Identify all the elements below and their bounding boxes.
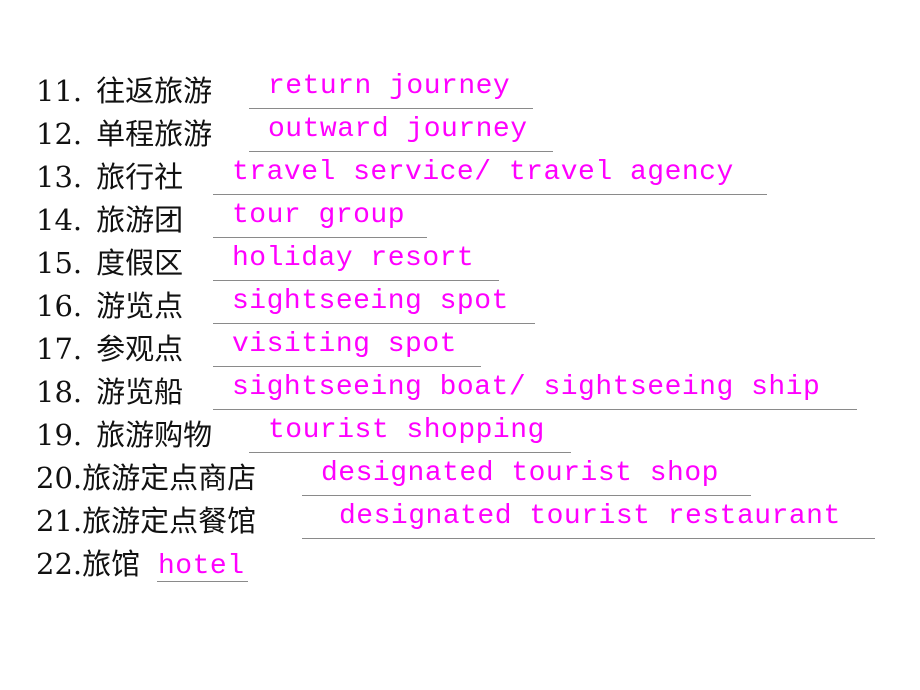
chinese-prompt: 12. 单程旅游 — [36, 111, 212, 153]
english-answer: hotel — [158, 551, 245, 582]
chinese-prompt: 19. 旅游购物 — [36, 412, 212, 454]
chinese-prompt: 11. 往返旅游 — [36, 68, 212, 110]
english-answer: sightseeing boat/ sightseeing ship — [232, 372, 821, 403]
item-number: 16. — [36, 289, 83, 323]
answer-blank-line — [249, 107, 533, 109]
vocab-item: 11. 往返旅游 return journey — [36, 71, 896, 112]
answer-blank-line — [302, 537, 875, 539]
answer-blank-line — [249, 150, 553, 152]
item-number: 15. — [36, 246, 83, 280]
answer-blank-line — [302, 494, 751, 496]
chinese-prompt: 20.旅游定点商店 — [36, 455, 256, 497]
chinese-term: 旅游定点商店 — [82, 461, 257, 495]
vocab-item: 16. 游览点 sightseeing spot — [36, 286, 896, 327]
chinese-prompt: 15. 度假区 — [36, 240, 183, 282]
vocab-item: 20.旅游定点商店 designated tourist shop — [36, 458, 896, 499]
item-number: 17. — [36, 332, 83, 366]
vocab-item: 19. 旅游购物 tourist shopping — [36, 415, 896, 456]
chinese-term: 单程旅游 — [96, 117, 213, 151]
item-number: 19. — [36, 418, 83, 452]
english-answer: designated tourist restaurant — [339, 501, 841, 532]
chinese-term: 游览点 — [96, 289, 184, 323]
chinese-term: 旅行社 — [96, 160, 184, 194]
chinese-prompt: 21.旅游定点餐馆 — [36, 498, 256, 540]
chinese-term: 往返旅游 — [96, 74, 213, 108]
chinese-prompt: 18. 游览船 — [36, 369, 183, 411]
item-number: 11. — [36, 74, 83, 108]
answer-blank-line — [213, 193, 767, 195]
item-number: 20. — [36, 461, 83, 495]
chinese-term: 参观点 — [96, 332, 184, 366]
vocab-item: 12. 单程旅游 outward journey — [36, 114, 896, 155]
item-number: 14. — [36, 203, 83, 237]
english-answer: visiting spot — [232, 329, 457, 360]
english-answer: return journey — [268, 71, 511, 102]
chinese-prompt: 14. 旅游团 — [36, 197, 183, 239]
item-number: 18. — [36, 375, 83, 409]
vocab-item: 17. 参观点 visiting spot — [36, 329, 896, 370]
answer-blank-line — [213, 236, 427, 238]
item-number: 21. — [36, 504, 83, 538]
english-answer: tourist shopping — [268, 415, 545, 446]
english-answer: tour group — [232, 200, 406, 231]
chinese-term: 度假区 — [96, 246, 184, 280]
vocab-item: 13. 旅行社 travel service/ travel agency — [36, 157, 896, 198]
chinese-term: 旅游团 — [96, 203, 184, 237]
english-answer: designated tourist shop — [321, 458, 719, 489]
chinese-term: 旅馆 — [82, 547, 141, 581]
english-answer: travel service/ travel agency — [232, 157, 734, 188]
chinese-term: 游览船 — [96, 375, 184, 409]
chinese-prompt: 22.旅馆 — [36, 541, 140, 583]
vocab-item: 14. 旅游团 tour group — [36, 200, 896, 241]
answer-blank-line — [213, 322, 535, 324]
answer-blank-line — [249, 451, 571, 453]
chinese-prompt: 13. 旅行社 — [36, 154, 183, 196]
answer-blank-line — [213, 365, 481, 367]
item-number: 22. — [36, 547, 83, 581]
answer-blank-line — [213, 408, 857, 410]
chinese-prompt: 16. 游览点 — [36, 283, 183, 325]
vocab-item: 22.旅馆 hotel — [36, 545, 896, 585]
vocab-item: 21.旅游定点餐馆 designated tourist restaurant — [36, 501, 896, 542]
chinese-term: 旅游定点餐馆 — [82, 504, 257, 538]
english-answer: outward journey — [268, 114, 528, 145]
item-number: 12. — [36, 117, 83, 151]
chinese-term: 旅游购物 — [96, 418, 213, 452]
vocab-item: 18. 游览船 sightseeing boat/ sightseeing ship — [36, 372, 896, 413]
english-answer: holiday resort — [232, 243, 475, 274]
chinese-prompt: 17. 参观点 — [36, 326, 183, 368]
answer-blank-line — [213, 279, 499, 281]
english-answer: sightseeing spot — [232, 286, 509, 317]
vocab-item: 15. 度假区 holiday resort — [36, 243, 896, 284]
item-number: 13. — [36, 160, 83, 194]
